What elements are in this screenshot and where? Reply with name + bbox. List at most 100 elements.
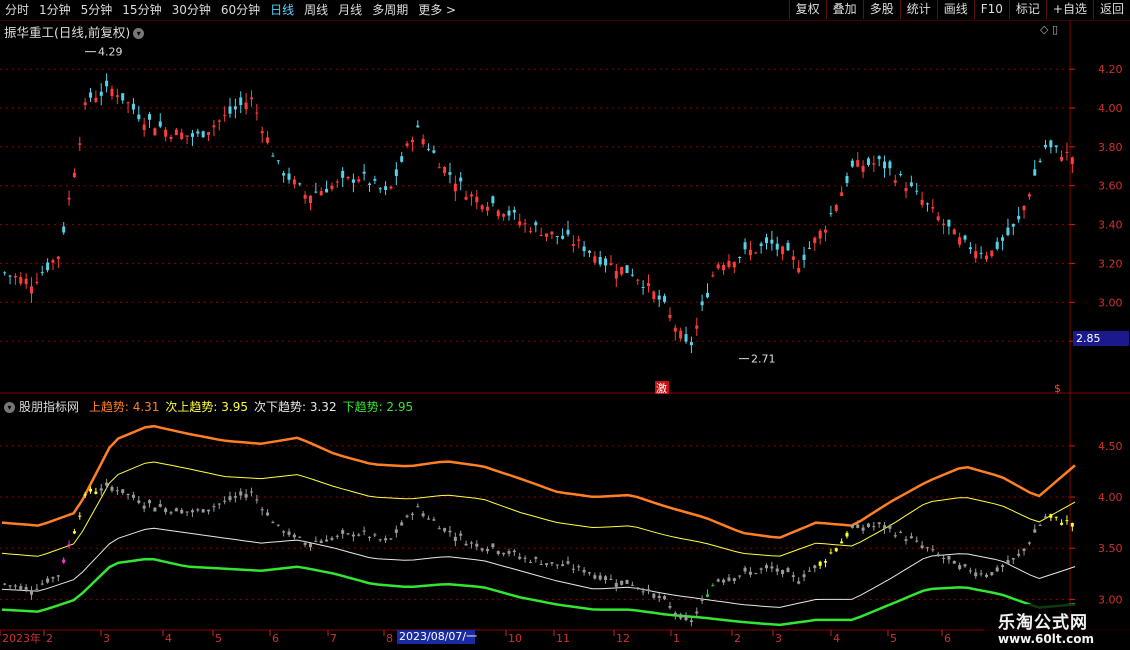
ind-price-body: [716, 579, 720, 582]
ind-price-body: [845, 532, 849, 537]
ind-price-body: [915, 540, 919, 542]
candle-body: [158, 121, 162, 127]
candle-body: [1033, 169, 1037, 176]
watermark-name: 乐淘公式网: [998, 613, 1088, 633]
candle-body: [754, 252, 758, 254]
ind-price-body: [561, 564, 565, 566]
ind-price-body: [754, 573, 758, 575]
ind-price-body: [550, 562, 554, 564]
ind-price-body: [545, 563, 549, 565]
ind-price-body: [137, 500, 141, 503]
candle-body: [824, 229, 828, 233]
x-axis-label: 7: [330, 632, 337, 645]
current-price-box: 2.85: [1073, 331, 1129, 346]
ind-price-body: [1049, 514, 1053, 518]
candle-body: [1011, 223, 1015, 227]
ind-price-body: [1022, 548, 1026, 551]
candle-body: [604, 258, 608, 266]
candle-body: [341, 170, 345, 178]
chart-canvas[interactable]: 4.204.003.803.603.403.203.002.804.292.71…: [0, 0, 1130, 650]
ind-price-body: [491, 543, 495, 548]
ind-price-body: [94, 491, 98, 494]
x-axis-label: 5: [215, 632, 222, 645]
x-axis-label: 6: [272, 632, 279, 645]
ind-price-body: [856, 524, 860, 528]
ind-price-body: [1054, 516, 1058, 518]
ind-price-body: [974, 572, 978, 577]
cursor-date-box: 2023/08/07/一: [397, 630, 478, 644]
ind-price-body: [153, 507, 157, 512]
candle-body: [121, 93, 125, 101]
candle-body: [942, 223, 946, 226]
x-axis-label: 6: [944, 632, 951, 645]
candle-body: [8, 275, 12, 277]
candle-body: [856, 160, 860, 167]
ind-price-body: [341, 530, 345, 534]
ind-price-body: [807, 570, 811, 572]
signal-marker-left: 激: [656, 381, 667, 395]
candle-body: [625, 265, 629, 273]
ind-price-body: [1027, 542, 1031, 544]
ind-price-body: [196, 509, 200, 511]
candle-body: [437, 167, 441, 169]
diamond-icon[interactable]: ◇: [1040, 23, 1048, 36]
candle-body: [303, 194, 307, 199]
ind-price-body: [35, 588, 39, 590]
candle-body: [770, 239, 774, 244]
chevron-down-icon[interactable]: ▾: [133, 28, 145, 39]
ind-price-body: [920, 545, 924, 549]
ind-price-body: [373, 534, 377, 536]
ind-price-body: [555, 564, 559, 566]
candle-body: [620, 266, 624, 275]
panel-toggle-icon[interactable]: ▯: [1052, 23, 1058, 36]
ind-price-body: [722, 579, 726, 583]
ind-price-body: [405, 515, 409, 517]
ind-price-body: [1038, 524, 1042, 526]
ind-price-body: [813, 565, 817, 569]
candle-body: [689, 342, 693, 346]
candle-body: [641, 287, 645, 289]
ind-price-body: [255, 499, 259, 501]
candle-body: [126, 102, 130, 104]
candle-body: [453, 183, 457, 192]
candle-body: [276, 160, 280, 162]
candle-body: [298, 183, 302, 185]
ind-price-body: [824, 561, 828, 563]
chevron-down-icon[interactable]: ▾: [4, 402, 15, 413]
ind-price-body: [239, 491, 243, 496]
candle-body: [384, 186, 388, 190]
candle-body: [802, 254, 806, 261]
x-axis-label: 10: [508, 632, 522, 645]
candle-body: [630, 274, 634, 276]
ind-price-body: [282, 531, 286, 533]
candle-body: [217, 120, 221, 122]
x-axis-label: 4: [833, 632, 840, 645]
ind-price-body: [738, 575, 742, 577]
candle-body: [410, 139, 414, 143]
ind-price-body: [1011, 558, 1015, 560]
ind-price-body: [587, 572, 591, 574]
candle-body: [421, 138, 425, 145]
candle-body: [1027, 194, 1031, 197]
ind-price-body: [668, 606, 672, 608]
ind-price-body: [1060, 522, 1064, 525]
candle-body: [1038, 160, 1042, 162]
candle-body: [925, 203, 929, 205]
candle-body: [207, 132, 211, 136]
candle-body: [577, 239, 581, 241]
ind-price-body: [158, 504, 162, 507]
ind-price-body: [952, 560, 956, 564]
ind-price-body: [1001, 565, 1005, 568]
candle-body: [528, 231, 532, 233]
candle-body: [416, 125, 420, 128]
candle-body: [963, 235, 967, 240]
candle-body: [668, 314, 672, 319]
ind-price-body: [657, 595, 661, 598]
candle-body: [292, 179, 296, 185]
ind-price-body: [705, 594, 709, 597]
ind-price-body: [1043, 516, 1047, 518]
ind-price-body: [759, 568, 763, 570]
candle-body: [1054, 145, 1058, 148]
ind-price-body: [115, 490, 119, 492]
ind-price-body: [421, 513, 425, 517]
